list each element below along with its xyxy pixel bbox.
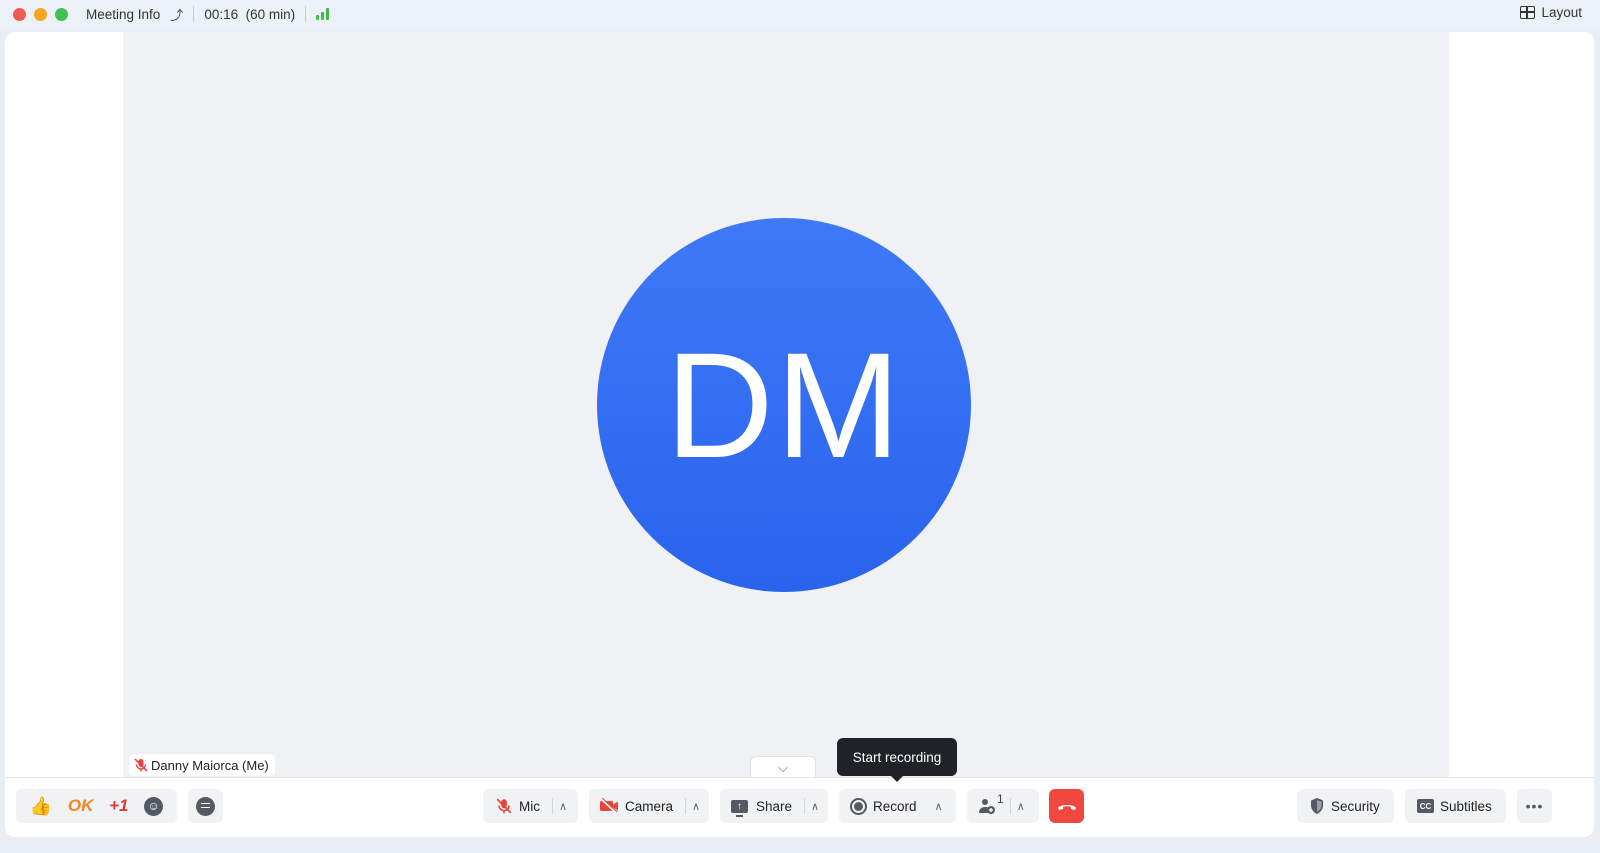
divider xyxy=(685,798,687,814)
meeting-timer: 00:16 (60 min) xyxy=(204,7,295,22)
participant-avatar: DM xyxy=(597,218,971,592)
share-button[interactable]: ↑ Share ∧ xyxy=(720,789,828,823)
participants-button[interactable]: 1 ∧ xyxy=(967,789,1039,823)
participants-options-chevron-up-icon[interactable]: ∧ xyxy=(1017,800,1025,813)
closed-captions-icon: CC xyxy=(1417,799,1434,813)
mic-muted-icon xyxy=(134,758,148,772)
add-participant-icon xyxy=(979,799,995,814)
collapse-toolbar-button[interactable]: ⌵ xyxy=(750,756,816,778)
smiley-icon: ☺ xyxy=(147,799,160,813)
grid-layout-icon xyxy=(1520,6,1536,19)
hang-up-icon xyxy=(1057,805,1076,810)
chat-icon xyxy=(196,796,215,816)
subtitles-button[interactable]: CC Subtitles xyxy=(1405,789,1506,823)
participant-name: Danny Maiorca (Me) xyxy=(151,757,269,773)
participant-count: 1 xyxy=(997,792,1004,806)
subtitles-label: Subtitles xyxy=(1440,798,1492,814)
maximize-window-button[interactable] xyxy=(55,7,68,21)
divider xyxy=(193,6,195,22)
reactions-bar: 👍 OK +1 ☺ xyxy=(16,789,177,823)
meeting-info-button[interactable]: Meeting Info ⤴ xyxy=(86,5,183,24)
emoji-picker-button[interactable]: ☺ xyxy=(144,796,164,816)
share-label: Share xyxy=(756,798,793,814)
record-icon xyxy=(850,797,867,815)
title-bar: Meeting Info ⤴ 00:16 (60 min) Layout xyxy=(0,0,1600,28)
close-window-button[interactable] xyxy=(13,7,26,21)
network-signal-icon[interactable] xyxy=(316,8,330,20)
leave-meeting-button[interactable] xyxy=(1049,789,1084,823)
layout-button[interactable]: Layout xyxy=(1520,5,1582,20)
mic-options-chevron-up-icon[interactable]: ∧ xyxy=(559,800,567,813)
window-controls xyxy=(13,7,68,21)
mic-button[interactable]: Mic ∧ xyxy=(483,789,578,823)
share-options-chevron-up-icon[interactable]: ∧ xyxy=(811,800,819,813)
mic-muted-icon xyxy=(496,798,512,814)
meeting-window: DM Danny Maiorca (Me) ⌵ Start recording … xyxy=(5,32,1594,837)
shield-icon xyxy=(1311,798,1323,814)
camera-off-icon xyxy=(600,798,618,814)
share-link-icon[interactable]: ⤴ xyxy=(170,5,183,24)
meeting-duration: (60 min) xyxy=(245,6,296,22)
camera-button[interactable]: Camera ∧ xyxy=(589,789,709,823)
record-label: Record xyxy=(873,798,917,814)
thumbs-up-reaction[interactable]: 👍 xyxy=(30,796,52,817)
minimize-window-button[interactable] xyxy=(34,7,47,21)
record-tooltip: Start recording xyxy=(837,738,957,782)
plus-one-reaction[interactable]: +1 xyxy=(109,796,128,816)
record-button[interactable]: Record ∧ xyxy=(839,789,956,823)
security-label: Security xyxy=(1331,798,1380,814)
security-button[interactable]: Security xyxy=(1297,789,1394,823)
divider xyxy=(552,798,553,814)
divider xyxy=(804,798,806,814)
camera-options-chevron-up-icon[interactable]: ∧ xyxy=(692,800,700,813)
ok-reaction[interactable]: OK xyxy=(68,796,94,816)
participant-name-tag: Danny Maiorca (Me) xyxy=(129,754,275,776)
share-screen-icon: ↑ xyxy=(731,799,748,817)
video-stage: DM xyxy=(123,32,1449,777)
more-options-button[interactable]: ••• xyxy=(1517,789,1552,823)
record-options-chevron-up-icon[interactable]: ∧ xyxy=(935,800,943,813)
elapsed-time: 00:16 xyxy=(204,6,239,22)
chevron-down-icon: ⌵ xyxy=(778,759,788,775)
meeting-info-label: Meeting Info xyxy=(86,6,161,22)
chat-button[interactable] xyxy=(188,789,223,823)
divider xyxy=(1009,798,1011,814)
meeting-toolbar: 👍 OK +1 ☺ Mic ∧ Camera ∧ ↑ Share ∧ Recor… xyxy=(5,778,1594,837)
camera-label: Camera xyxy=(625,798,674,814)
divider xyxy=(305,6,307,22)
mic-label: Mic xyxy=(519,798,540,814)
more-horizontal-icon: ••• xyxy=(1525,798,1544,814)
layout-label: Layout xyxy=(1541,5,1582,20)
